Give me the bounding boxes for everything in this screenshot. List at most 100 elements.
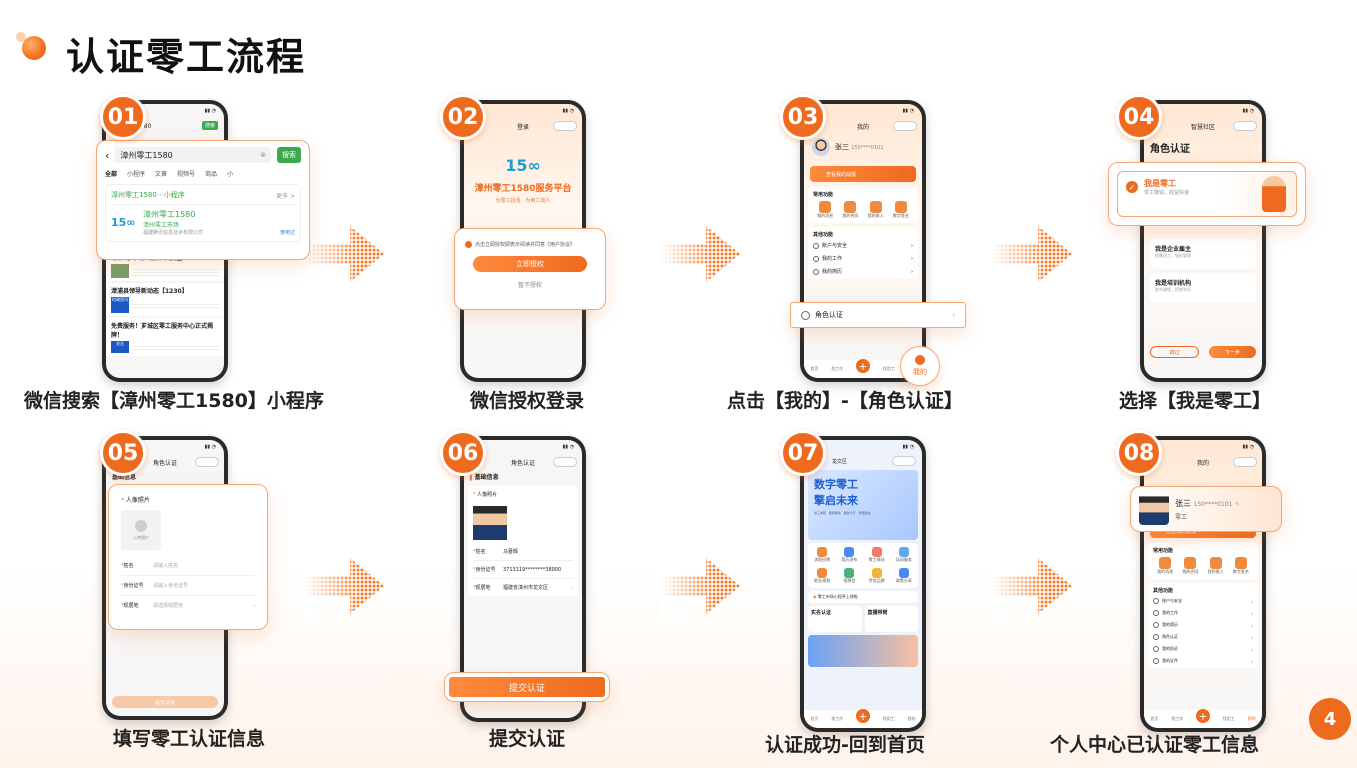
service-job-fair[interactable]: 招聘会 xyxy=(837,568,861,584)
card-live[interactable]: 直播带岗 xyxy=(864,606,918,632)
add-icon[interactable]: + xyxy=(855,709,870,723)
back-icon[interactable]: ‹ xyxy=(105,149,109,162)
id-field[interactable]: *身份证号 请输入身份证号 xyxy=(121,582,255,589)
filter-tab-miniprogram[interactable]: 小程序 xyxy=(127,169,145,178)
menu-work[interactable]: 我的工作 › xyxy=(1153,610,1253,616)
func-contracts[interactable]: 我的合同 xyxy=(839,201,861,219)
capsule-menu[interactable] xyxy=(1233,121,1257,131)
user-phone: 150****0101 xyxy=(1193,500,1233,508)
role-card-training[interactable]: 我是培训机构 发布课程，招收学员 xyxy=(1150,273,1256,303)
tab-home[interactable]: 首页 xyxy=(1150,716,1158,722)
menu-work[interactable]: 我的工作 › xyxy=(813,255,913,262)
search-input[interactable]: 漳州零工1580 xyxy=(120,150,260,161)
filter-tab-all[interactable]: 全部 xyxy=(105,169,117,178)
menu-certificates[interactable]: 我的证件 › xyxy=(1153,658,1253,664)
name-field[interactable]: *姓名 马晋辉 xyxy=(473,548,573,555)
service-training[interactable]: 培训服务 xyxy=(892,547,916,563)
tab-home[interactable]: 首页 xyxy=(810,716,818,722)
id-field[interactable]: *身份证号 3713119********38000 xyxy=(473,566,573,574)
step-caption: 提交认证 xyxy=(488,728,565,750)
hero-banner[interactable]: 数字零工 擎启未来 零工求职 · 便民服务 · 服务大厅 · 智慧就业 xyxy=(808,470,918,540)
capsule-menu[interactable] xyxy=(892,456,916,466)
result-org: 福建腾讯信息技术有限公司 xyxy=(143,230,204,236)
capsule-menu[interactable] xyxy=(195,457,219,467)
service-policy[interactable]: 政策分享 xyxy=(892,568,916,584)
func-signature[interactable]: 数字签名 xyxy=(890,201,912,219)
tab-find-job[interactable]: 找工作 xyxy=(831,716,843,722)
avatar[interactable] xyxy=(812,138,830,156)
service-resume[interactable]: 简历发布 xyxy=(837,547,861,563)
filter-tab-more[interactable]: 小 xyxy=(227,169,233,178)
skip-button[interactable]: 暂不授权 xyxy=(465,280,595,289)
menu-role-auth[interactable]: 角色认证 › xyxy=(1153,634,1253,640)
report-banner[interactable]: 查看我的战报 xyxy=(810,166,916,182)
filter-tab-goods[interactable]: 商品 xyxy=(205,169,217,178)
address-field[interactable]: *现居地 请选择现居地 › xyxy=(121,602,255,610)
step-caption: 填写零工认证信息 xyxy=(112,728,265,750)
role-gig-subtitle: 零工赚钱，收益快速 xyxy=(1144,190,1190,196)
edit-icon[interactable]: ✎ xyxy=(1235,501,1240,508)
tab-find-job[interactable]: 找工作 xyxy=(1171,716,1183,722)
phone-screen: ▮▮ ◔ 智慧社区 角色认证 我是企业雇主 招聘员工，轻松管理 我是培训机构 发… xyxy=(1144,104,1262,378)
filter-tab-video[interactable]: 视频号 xyxy=(177,169,195,178)
tab-find-worker[interactable]: 找用工 xyxy=(883,716,895,722)
promo-banner[interactable] xyxy=(808,635,918,667)
mine-tab-highlight[interactable]: 我的 xyxy=(900,346,940,386)
capsule-menu[interactable] xyxy=(553,457,577,467)
tab-find-worker[interactable]: 找用工 xyxy=(1223,716,1235,722)
func-income[interactable]: 我的收入 xyxy=(865,201,887,219)
menu-resume[interactable]: 我的简历 › xyxy=(813,268,913,275)
func-contracts[interactable]: 我的合同 xyxy=(1179,557,1201,575)
tab-mine[interactable]: 我的 xyxy=(1248,716,1256,722)
service-station[interactable]: 零工驿站 xyxy=(865,547,889,563)
func-messages[interactable]: 我的消息 xyxy=(814,201,836,219)
search-button[interactable]: 搜索 xyxy=(277,147,301,163)
portrait-photo[interactable] xyxy=(473,502,507,540)
submit-highlight: 提交认证 xyxy=(444,672,610,702)
flow-arrow-icon xyxy=(304,224,384,284)
tab-find-job[interactable]: 找工作 xyxy=(831,366,843,372)
skip-button[interactable]: 跳过 xyxy=(1150,346,1199,358)
more-link[interactable]: 更多 > xyxy=(276,191,295,200)
tab-home[interactable]: 首页 xyxy=(810,366,818,372)
func-messages[interactable]: 我的消息 xyxy=(1154,557,1176,575)
role-card-employer[interactable]: 我是企业雇主 招聘员工，轻松管理 xyxy=(1150,239,1256,269)
add-icon[interactable]: + xyxy=(1195,709,1210,723)
capsule-menu[interactable] xyxy=(893,121,917,131)
menu-resume[interactable]: 我的简历 › xyxy=(1153,622,1253,628)
submit-button-disabled[interactable]: 提交认证 xyxy=(112,696,218,708)
service-brand[interactable]: 劳务品牌 xyxy=(865,568,889,584)
tab-find-worker[interactable]: 找用工 xyxy=(883,366,895,372)
agree-checkbox-icon[interactable] xyxy=(465,241,472,248)
result-title[interactable]: 漳州零工1580 xyxy=(143,209,274,220)
avatar[interactable] xyxy=(1139,493,1169,525)
card-real-name[interactable]: 实名认证 xyxy=(808,606,862,632)
role-page-title: 角色认证 xyxy=(1150,144,1190,155)
tab-mine[interactable]: 我的 xyxy=(908,716,916,722)
top-search-button[interactable]: 搜索 xyxy=(201,120,218,130)
func-income[interactable]: 我的收入 xyxy=(1205,557,1227,575)
name-field[interactable]: *姓名 请输入姓名 xyxy=(121,562,255,569)
address-field[interactable]: *现居地 福建省漳州市龙文区 › xyxy=(473,584,573,592)
menu-complaint[interactable]: 我的投诉 › xyxy=(1153,646,1253,652)
menu-account[interactable]: 账户与安全 › xyxy=(1153,598,1253,604)
capsule-menu[interactable] xyxy=(1233,457,1257,467)
clear-icon[interactable]: ⊗ xyxy=(260,151,266,159)
authorize-button[interactable]: 立即授权 xyxy=(473,256,587,272)
submit-button[interactable]: 提交认证 xyxy=(449,677,605,697)
menu-account[interactable]: 账户与安全 › xyxy=(813,242,913,249)
service-career[interactable]: 职业规划 xyxy=(810,568,834,584)
news-item-3[interactable]: 免费服务！芗城区零工服务中心正式揭牌！ xyxy=(111,321,219,339)
news-item-2[interactable]: 漳浦县领导新动态【1230】 xyxy=(111,286,219,295)
role-auth-highlight[interactable]: 角色认证 › xyxy=(790,302,966,328)
filter-tab-article[interactable]: 文章 xyxy=(155,169,167,178)
service-job-apply[interactable]: 求职应聘 xyxy=(810,547,834,563)
notice-bar[interactable]: ◉ 零工市场小程序上线啦 xyxy=(808,591,918,603)
photo-upload[interactable]: 上传照片 xyxy=(121,510,161,550)
next-button[interactable]: 下一步 xyxy=(1209,346,1256,358)
nav-title: 角色认证 xyxy=(152,459,177,467)
func-signature[interactable]: 数字签名 xyxy=(1230,557,1252,575)
capsule-menu[interactable] xyxy=(553,121,577,131)
role-gig-highlight[interactable]: ✓ 我是零工 零工赚钱，收益快速 xyxy=(1108,162,1306,226)
add-icon[interactable]: + xyxy=(855,359,870,373)
